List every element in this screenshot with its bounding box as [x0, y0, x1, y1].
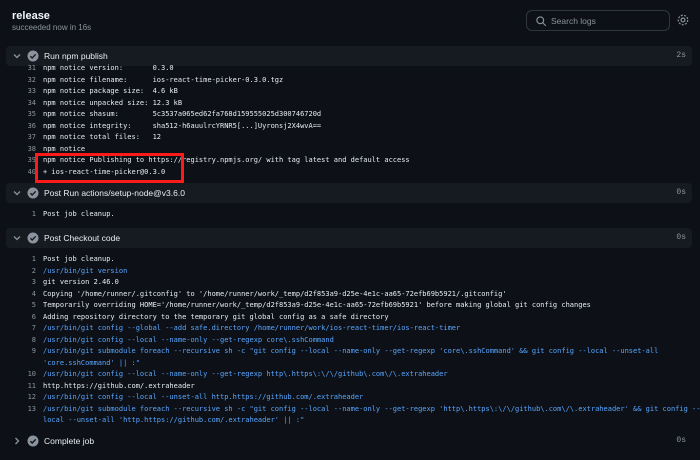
log-line: 1 Post job cleanup.: [31, 255, 115, 263]
job-status: succeeded now in 16s: [12, 23, 92, 32]
log-line: 'core.sshCommand' || :": [43, 358, 140, 367]
log-header: release succeeded now in 16s Search logs: [0, 0, 700, 42]
log-line: 31 npm notice version: 0.3.0: [27, 64, 174, 72]
log-line: 5 Temporarily overriding HOME='/home/runn…: [31, 301, 591, 309]
search-icon: [536, 16, 547, 27]
log-line: 2/usr/bin/git version: [31, 266, 128, 275]
log-line: 10/usr/bin/git config --local --name-onl…: [27, 370, 448, 378]
step-duration: 2s: [676, 51, 686, 60]
step-complete-job[interactable]: Complete job 0s: [6, 431, 692, 451]
log-line: 1 Post job cleanup.: [31, 210, 115, 218]
log-line: 33 npm notice package size: 4.6 kB: [27, 87, 178, 95]
step-label: Complete job: [44, 436, 95, 446]
check-circle-icon: [27, 50, 39, 62]
log-line: 13/usr/bin/git submodule foreach --recur…: [27, 404, 700, 413]
step-post-setup-node[interactable]: Post Run actions/setup-node@v3.6.0 0s: [6, 183, 692, 203]
search-placeholder: Search logs: [551, 16, 596, 26]
check-circle-icon: [27, 187, 39, 199]
chevron-down-icon: [13, 191, 21, 196]
chevron-down-icon: [13, 54, 21, 59]
log-line: 9/usr/bin/git submodule foreach --recurs…: [31, 347, 659, 355]
log-line: local --unset-all 'http.https://github.c…: [43, 416, 305, 424]
step-duration: 0s: [676, 188, 686, 197]
log-line: 32 npm notice filename: ios-react-time-pi…: [27, 75, 284, 84]
step-label: Post Checkout code: [44, 233, 121, 243]
job-title: release: [12, 10, 50, 22]
log-line: 11 http.https://github.com/.extraheader: [27, 381, 195, 390]
step-label: Post Run actions/setup-node@v3.6.0: [44, 188, 185, 198]
check-circle-icon: [27, 232, 39, 244]
log-line: 12/usr/bin/git config --local --unset-al…: [27, 393, 364, 401]
step-duration: 0s: [676, 436, 686, 445]
log-line: 7/usr/bin/git config --global --add safe…: [31, 324, 461, 332]
log-scroll-area[interactable]: Run npm publish 2s 31 npm notice version:…: [0, 42, 700, 460]
check-circle-icon: [27, 435, 39, 447]
step-post-checkout[interactable]: Post Checkout code 0s: [6, 228, 692, 248]
search-logs-input[interactable]: Search logs: [526, 10, 670, 31]
log-line: 8/usr/bin/git config --local --name-only…: [31, 335, 334, 344]
log-line: 6 Adding repository directory to the temp…: [31, 312, 389, 321]
log-line: 37 npm notice total files: 12: [27, 133, 162, 141]
chevron-right-icon: [15, 437, 20, 445]
highlight-box: [35, 153, 184, 183]
chevron-down-icon: [13, 236, 21, 241]
log-line: 3 git version 2.46.0: [31, 278, 119, 286]
log-line: 4 Copying '/home/runner/.gitconfig' to '/…: [31, 289, 507, 298]
log-line: 36 npm notice integrity: sha512-h6auulrcY…: [27, 121, 322, 130]
gear-icon[interactable]: [676, 13, 690, 27]
step-duration: 0s: [676, 233, 686, 242]
log-line: 35 npm notice shasum: 5c3537a065ed62fa768…: [27, 110, 322, 118]
step-label: Run npm publish: [44, 51, 108, 61]
log-line: 34 npm notice unpacked size: 12.3 kB: [27, 98, 183, 107]
